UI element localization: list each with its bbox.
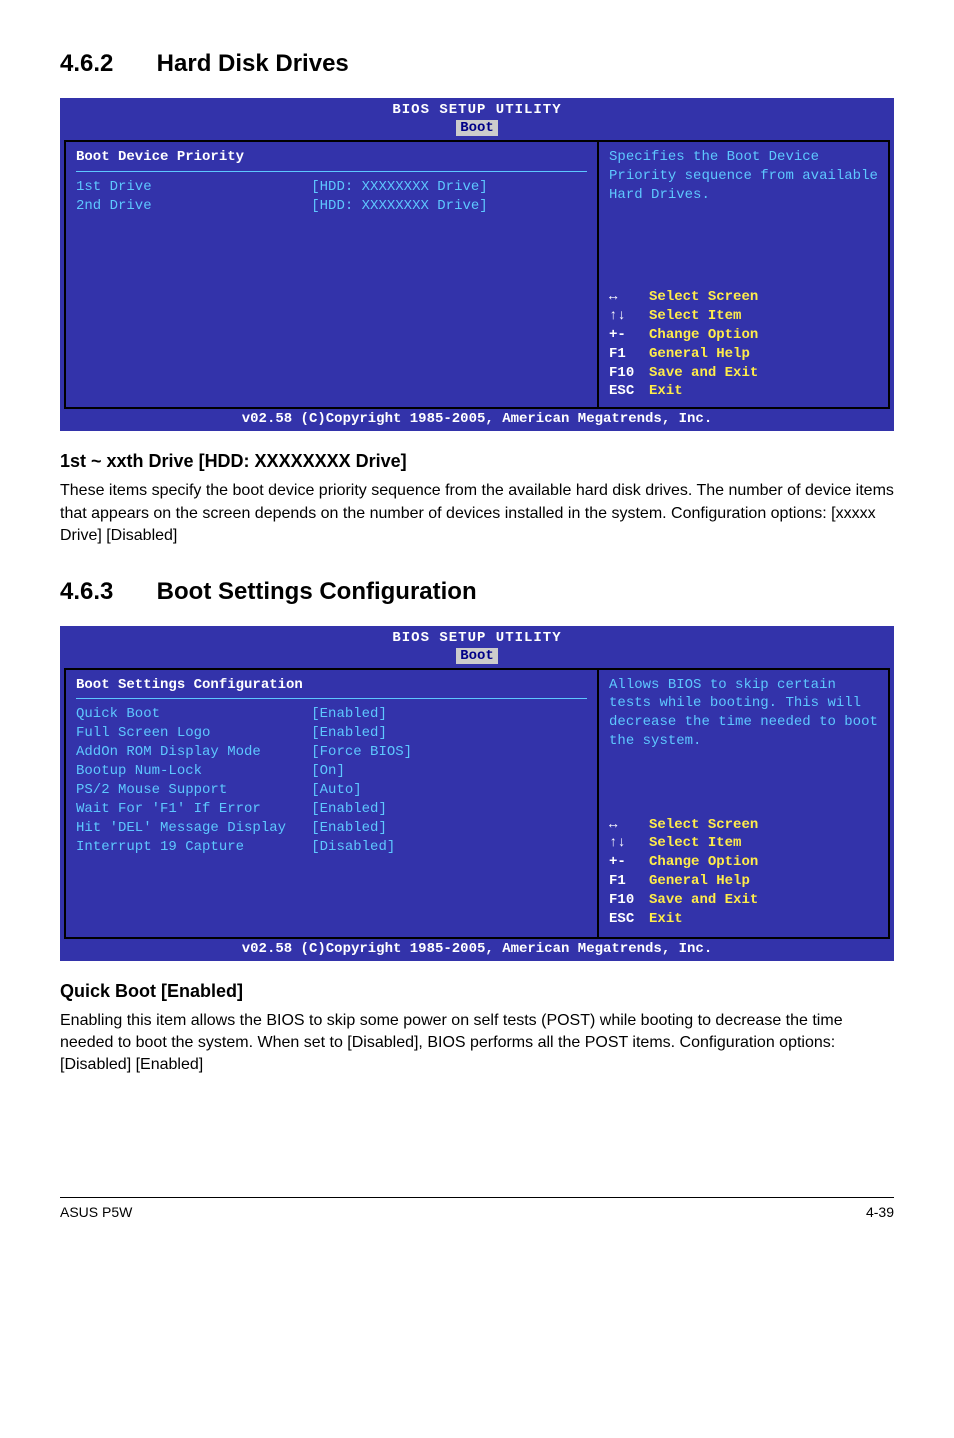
section-title: Hard Disk Drives (157, 50, 349, 77)
bios-nav-row: +-Change Option (609, 326, 878, 345)
bios-help-text: Specifies the Boot Device Priority seque… (609, 148, 878, 288)
nav-key: F1 (609, 345, 649, 364)
setting-label: AddOn ROM Display Mode (76, 744, 311, 760)
nav-key: ESC (609, 382, 649, 401)
footer-right: 4-39 (866, 1204, 894, 1220)
nav-desc: General Help (649, 346, 750, 362)
bios-screenshot-hdd: BIOS SETUP UTILITY Boot Boot Device Prio… (60, 98, 894, 431)
nav-desc: Change Option (649, 854, 758, 870)
sub-heading-quick-boot: Quick Boot [Enabled] (60, 981, 894, 1002)
bios-footer: v02.58 (C)Copyright 1985-2005, American … (64, 939, 890, 957)
section-number: 4.6.3 (60, 578, 150, 606)
bios-help-text: Allows BIOS to skip certain tests while … (609, 676, 878, 816)
bios-setting-row: Wait For 'F1' If Error [Enabled] (76, 800, 587, 819)
nav-desc: Exit (649, 383, 683, 399)
bios-setting-row: Full Screen Logo [Enabled] (76, 724, 587, 743)
bios-nav-row: ↔Select Screen (609, 288, 878, 307)
bios-setting-row: Interrupt 19 Capture [Disabled] (76, 838, 587, 857)
panel-heading: Boot Device Priority (76, 148, 587, 167)
panel-rule (76, 171, 587, 172)
nav-desc: Select Item (649, 308, 741, 324)
setting-label: 2nd Drive (76, 198, 311, 214)
setting-value: [Disabled] (311, 839, 395, 855)
nav-desc: General Help (649, 873, 750, 889)
bios-nav-row: F10Save and Exit (609, 891, 878, 910)
bios-footer: v02.58 (C)Copyright 1985-2005, American … (64, 409, 890, 427)
nav-key: ↔ (609, 288, 649, 307)
bios-nav-row: ↑↓Select Item (609, 834, 878, 853)
body-text-quick-boot: Enabling this item allows the BIOS to sk… (60, 1010, 894, 1077)
nav-key: ↑↓ (609, 307, 649, 326)
bios-right-panel: Allows BIOS to skip certain tests while … (599, 668, 890, 939)
bios-title: BIOS SETUP UTILITY (64, 102, 890, 120)
setting-label: Hit 'DEL' Message Display (76, 820, 311, 836)
nav-desc: Save and Exit (649, 365, 758, 381)
bios-nav-row: ↔Select Screen (609, 816, 878, 835)
sub-heading-1st-drive: 1st ~ xxth Drive [HDD: XXXXXXXX Drive] (60, 451, 894, 472)
section-number: 4.6.2 (60, 50, 150, 78)
setting-value: [Enabled] (311, 706, 387, 722)
setting-value: [Enabled] (311, 820, 387, 836)
nav-key: +- (609, 853, 649, 872)
setting-label: Interrupt 19 Capture (76, 839, 311, 855)
bios-setting-row: PS/2 Mouse Support [Auto] (76, 781, 587, 800)
setting-value: [HDD: XXXXXXXX Drive] (311, 198, 487, 214)
section-title: Boot Settings Configuration (157, 578, 477, 605)
bios-left-panel: Boot Settings Configuration Quick Boot [… (64, 668, 599, 939)
nav-desc: Exit (649, 911, 683, 927)
setting-value: [HDD: XXXXXXXX Drive] (311, 179, 487, 195)
bios-left-panel: Boot Device Priority 1st Drive [HDD: XXX… (64, 140, 599, 409)
body-text-1st-drive: These items specify the boot device prio… (60, 480, 894, 547)
bios-setting-row: 2nd Drive [HDD: XXXXXXXX Drive] (76, 197, 587, 216)
page-footer: ASUS P5W 4-39 (60, 1197, 894, 1220)
bios-nav-row: ESCExit (609, 910, 878, 929)
setting-value: [On] (311, 763, 345, 779)
nav-key: +- (609, 326, 649, 345)
setting-label: Bootup Num-Lock (76, 763, 311, 779)
bios-nav-row: F10Save and Exit (609, 364, 878, 383)
setting-label: PS/2 Mouse Support (76, 782, 311, 798)
setting-label: 1st Drive (76, 179, 311, 195)
section-heading-462: 4.6.2 Hard Disk Drives (60, 50, 894, 78)
setting-value: [Enabled] (311, 801, 387, 817)
nav-desc: Select Item (649, 835, 741, 851)
nav-key: ↑↓ (609, 834, 649, 853)
bios-nav-row: +-Change Option (609, 853, 878, 872)
bios-tab-boot: Boot (456, 648, 498, 664)
nav-key: ↔ (609, 816, 649, 835)
panel-heading: Boot Settings Configuration (76, 676, 587, 695)
setting-value: [Force BIOS] (311, 744, 412, 760)
nav-key: F1 (609, 872, 649, 891)
nav-desc: Save and Exit (649, 892, 758, 908)
bios-screenshot-boot-settings: BIOS SETUP UTILITY Boot Boot Settings Co… (60, 626, 894, 961)
bios-setting-row: Hit 'DEL' Message Display [Enabled] (76, 819, 587, 838)
bios-nav-row: F1General Help (609, 345, 878, 364)
nav-key: ESC (609, 910, 649, 929)
bios-tab-bar: Boot (64, 120, 890, 140)
bios-nav-row: ↑↓Select Item (609, 307, 878, 326)
bios-title: BIOS SETUP UTILITY (64, 630, 890, 648)
bios-nav-row: F1General Help (609, 872, 878, 891)
footer-left: ASUS P5W (60, 1204, 132, 1220)
nav-key: F10 (609, 364, 649, 383)
setting-value: [Enabled] (311, 725, 387, 741)
panel-rule (76, 698, 587, 699)
bios-setting-row: Quick Boot [Enabled] (76, 705, 587, 724)
bios-setting-row: Bootup Num-Lock [On] (76, 762, 587, 781)
bios-setting-row: 1st Drive [HDD: XXXXXXXX Drive] (76, 178, 587, 197)
nav-desc: Select Screen (649, 817, 758, 833)
setting-label: Wait For 'F1' If Error (76, 801, 311, 817)
setting-value: [Auto] (311, 782, 361, 798)
nav-key: F10 (609, 891, 649, 910)
bios-right-panel: Specifies the Boot Device Priority seque… (599, 140, 890, 409)
nav-desc: Select Screen (649, 289, 758, 305)
setting-label: Quick Boot (76, 706, 311, 722)
bios-nav-row: ESCExit (609, 382, 878, 401)
bios-tab-bar: Boot (64, 648, 890, 668)
section-heading-463: 4.6.3 Boot Settings Configuration (60, 578, 894, 606)
setting-label: Full Screen Logo (76, 725, 311, 741)
bios-setting-row: AddOn ROM Display Mode [Force BIOS] (76, 743, 587, 762)
nav-desc: Change Option (649, 327, 758, 343)
bios-tab-boot: Boot (456, 120, 498, 136)
